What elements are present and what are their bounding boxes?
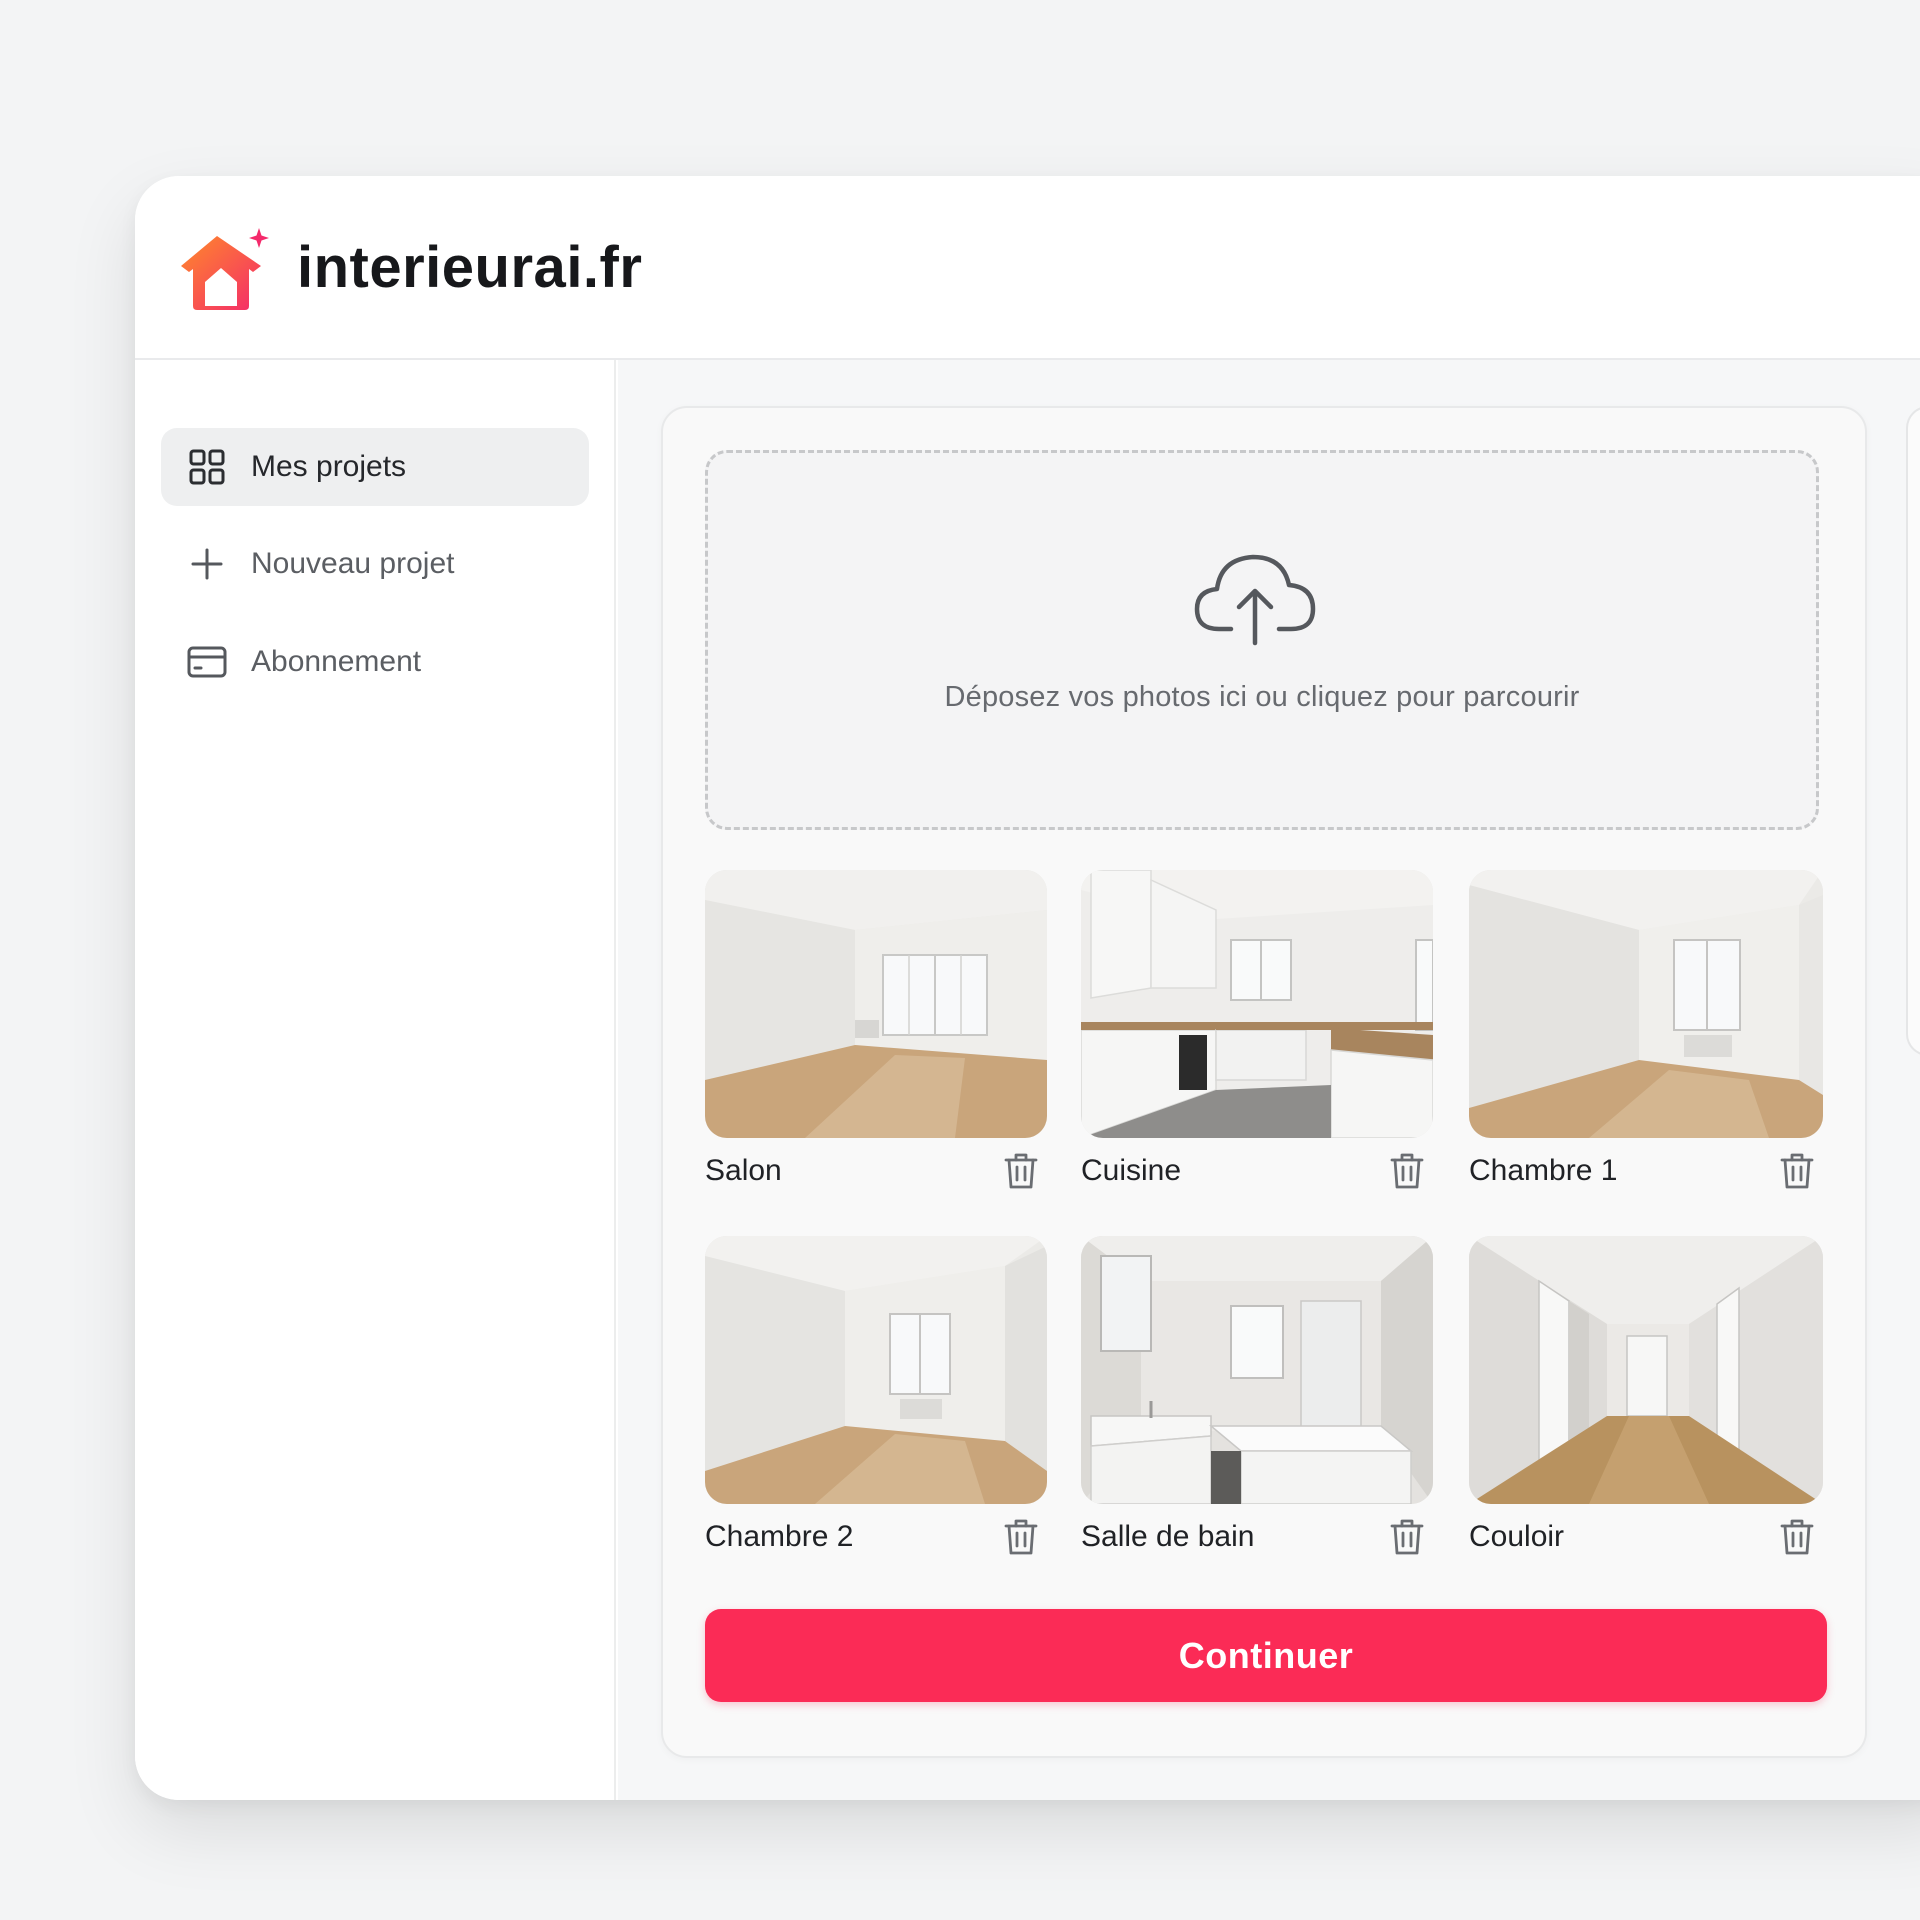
dropzone-text: Déposez vos photos ici ou cliquez pour p… xyxy=(944,681,1580,713)
house-sparkle-icon[interactable] xyxy=(175,226,271,312)
photo-label: Salle de bain xyxy=(1081,1520,1255,1553)
upload-card: Déposez vos photos ici ou cliquez pour p… xyxy=(661,406,1867,1758)
trash-icon[interactable] xyxy=(1779,1152,1815,1190)
app-window: interieurai.fr Mes projets Nouveau proje… xyxy=(135,176,1920,1800)
plus-icon xyxy=(187,544,227,584)
trash-icon[interactable] xyxy=(1003,1152,1039,1190)
trash-icon[interactable] xyxy=(1389,1152,1425,1190)
photo-label: Salon xyxy=(705,1154,782,1187)
sidebar-item-label: Mes projets xyxy=(251,450,407,483)
photo-card[interactable]: Cuisine xyxy=(1081,870,1433,1198)
cloud-upload-icon xyxy=(1194,554,1316,646)
photo-thumbnail[interactable] xyxy=(1081,870,1433,1138)
sidebar-item-mes-projets[interactable]: Mes projets xyxy=(161,428,589,506)
photo-label: Cuisine xyxy=(1081,1154,1182,1187)
photo-label: Chambre 2 xyxy=(705,1520,854,1553)
continue-button[interactable]: Continuer xyxy=(705,1609,1827,1702)
sidebar-item-label: Abonnement xyxy=(251,645,422,678)
photo-thumbnail[interactable] xyxy=(1469,1236,1823,1504)
sidebar: Mes projets Nouveau projet Abonnement xyxy=(135,360,616,1800)
grid-icon xyxy=(187,447,227,487)
trash-icon[interactable] xyxy=(1003,1518,1039,1556)
trash-icon[interactable] xyxy=(1389,1518,1425,1556)
trash-icon[interactable] xyxy=(1779,1518,1815,1556)
secondary-panel xyxy=(1906,406,1920,1056)
brand-name[interactable]: interieurai.fr xyxy=(297,234,642,301)
photo-label: Couloir xyxy=(1469,1520,1565,1553)
sidebar-item-nouveau-projet[interactable]: Nouveau projet xyxy=(161,525,589,603)
credit-card-icon xyxy=(187,642,227,682)
sidebar-item-abonnement[interactable]: Abonnement xyxy=(161,623,589,701)
top-bar: interieurai.fr xyxy=(135,176,1920,360)
photo-thumbnail[interactable] xyxy=(1081,1236,1433,1504)
photo-card[interactable]: Couloir xyxy=(1469,1236,1823,1564)
photo-thumbnail[interactable] xyxy=(705,1236,1047,1504)
photo-thumbnail[interactable] xyxy=(705,870,1047,1138)
photo-dropzone[interactable]: Déposez vos photos ici ou cliquez pour p… xyxy=(705,450,1819,830)
main-content: Déposez vos photos ici ou cliquez pour p… xyxy=(618,360,1920,1800)
photo-card[interactable]: Chambre 1 xyxy=(1469,870,1823,1198)
photo-card[interactable]: Chambre 2 xyxy=(705,1236,1047,1564)
sidebar-item-label: Nouveau projet xyxy=(251,547,455,580)
photo-card[interactable]: Salon xyxy=(705,870,1047,1198)
photo-thumbnail[interactable] xyxy=(1469,870,1823,1138)
photo-label: Chambre 1 xyxy=(1469,1154,1618,1187)
photo-card[interactable]: Salle de bain xyxy=(1081,1236,1433,1564)
